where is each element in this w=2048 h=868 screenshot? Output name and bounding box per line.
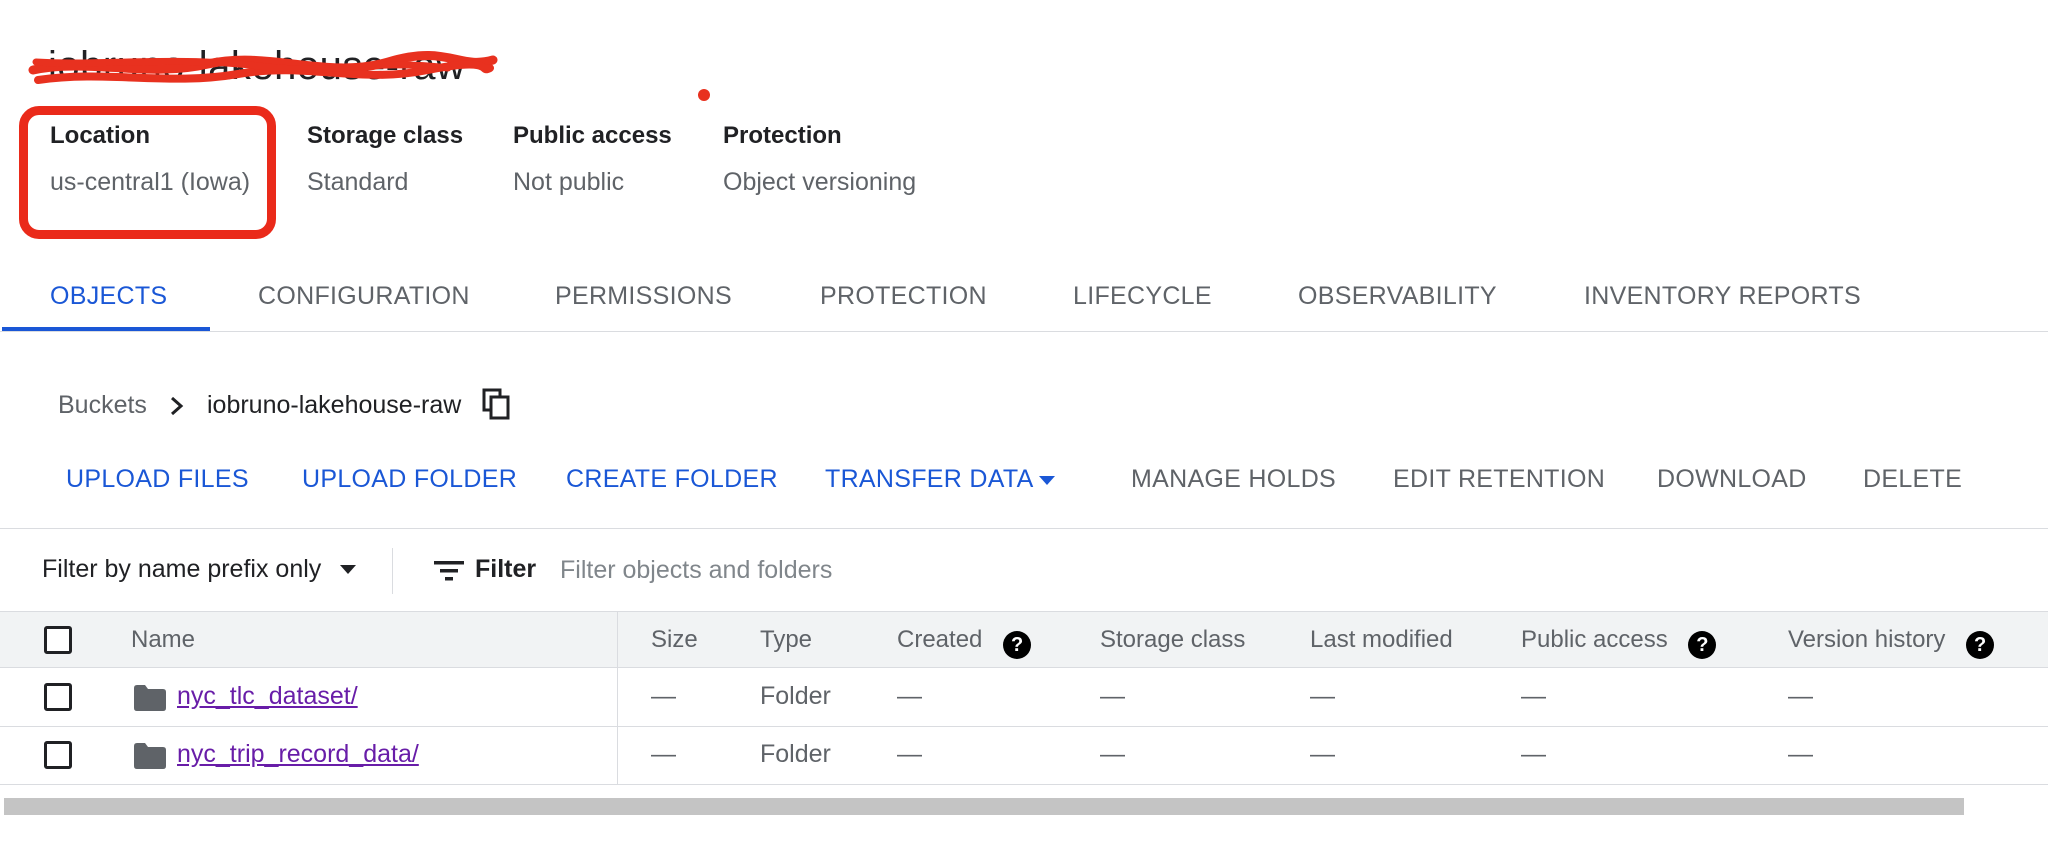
cell-size: — — [651, 682, 676, 710]
manage-holds-button[interactable]: MANAGE HOLDS — [1131, 465, 1336, 494]
cell-last-modified: — — [1310, 682, 1335, 710]
column-version-history[interactable]: Version history ? — [1788, 626, 1995, 659]
column-created[interactable]: Created ? — [897, 626, 1032, 659]
public-access-value: Not public — [513, 168, 625, 196]
transfer-data-button[interactable]: TRANSFER DATA — [825, 465, 1034, 494]
column-public-access-label: Public access — [1521, 626, 1668, 653]
cell-created: — — [897, 682, 922, 710]
column-size[interactable]: Size — [651, 626, 698, 654]
column-divider — [617, 612, 618, 784]
download-button[interactable]: DOWNLOAD — [1657, 465, 1807, 494]
copy-icon[interactable] — [482, 388, 512, 420]
delete-button[interactable]: DELETE — [1863, 465, 1962, 494]
column-last-modified[interactable]: Last modified — [1310, 626, 1453, 654]
folder-link[interactable]: nyc_trip_record_data/ — [177, 740, 419, 769]
cell-type: Folder — [760, 740, 831, 768]
cell-created: — — [897, 740, 922, 768]
breadcrumb-current-bucket: iobruno-lakehouse-raw — [207, 391, 462, 419]
cell-public-access: — — [1521, 740, 1546, 768]
help-icon[interactable]: ? — [1688, 631, 1717, 659]
protection-label: Protection — [723, 122, 842, 149]
upload-folder-button[interactable]: UPLOAD FOLDER — [302, 465, 517, 494]
column-storage-class[interactable]: Storage class — [1100, 626, 1245, 654]
folder-icon — [134, 685, 166, 711]
folder-link[interactable]: nyc_tlc_dataset/ — [177, 682, 358, 711]
column-public-access[interactable]: Public access ? — [1521, 626, 1717, 659]
breadcrumb-buckets[interactable]: Buckets — [58, 391, 147, 420]
cell-storage-class: — — [1100, 682, 1125, 710]
column-created-label: Created — [897, 626, 983, 653]
tab-configuration[interactable]: CONFIGURATION — [258, 282, 470, 311]
column-name[interactable]: Name — [131, 626, 195, 654]
tab-protection[interactable]: PROTECTION — [820, 282, 987, 311]
help-icon[interactable]: ? — [1003, 631, 1032, 659]
horizontal-scrollbar[interactable] — [4, 798, 1964, 815]
folder-icon — [134, 743, 166, 769]
cell-storage-class: — — [1100, 740, 1125, 768]
storage-class-label: Storage class — [307, 122, 464, 149]
cell-version-history: — — [1788, 740, 1813, 768]
select-all-checkbox[interactable] — [44, 626, 72, 654]
edit-retention-button[interactable]: EDIT RETENTION — [1393, 465, 1605, 494]
row-divider — [0, 784, 2048, 785]
tab-inventory-reports[interactable]: INVENTORY REPORTS — [1584, 282, 1861, 311]
upload-files-button[interactable]: UPLOAD FILES — [66, 465, 249, 494]
tab-permissions[interactable]: PERMISSIONS — [555, 282, 732, 311]
protection-value: Object versioning — [723, 168, 917, 196]
tab-objects[interactable]: OBJECTS — [50, 282, 167, 311]
filter-input[interactable] — [560, 548, 1260, 592]
tab-lifecycle[interactable]: LIFECYCLE — [1073, 282, 1212, 311]
row-checkbox[interactable] — [44, 741, 72, 769]
bucket-title: iobruno-lakehouse-raw — [48, 44, 466, 88]
chevron-right-icon — [171, 396, 184, 416]
public-access-label: Public access — [513, 122, 672, 149]
filter-label: Filter — [475, 555, 537, 583]
column-type[interactable]: Type — [760, 626, 812, 654]
cell-last-modified: — — [1310, 740, 1335, 768]
storage-class-value: Standard — [307, 168, 409, 196]
row-checkbox[interactable] — [44, 683, 72, 711]
cell-type: Folder — [760, 682, 831, 710]
cell-public-access: — — [1521, 682, 1546, 710]
location-highlight-annotation — [19, 106, 276, 239]
tab-observability[interactable]: OBSERVABILITY — [1298, 282, 1497, 311]
caret-down-icon[interactable] — [340, 565, 356, 574]
help-icon[interactable]: ? — [1966, 631, 1995, 659]
cell-version-history: — — [1788, 682, 1813, 710]
caret-down-icon[interactable] — [1039, 476, 1055, 485]
create-folder-button[interactable]: CREATE FOLDER — [566, 465, 778, 494]
filter-mode-label: Filter by name prefix only — [42, 555, 322, 583]
cell-size: — — [651, 740, 676, 768]
tabs-divider — [0, 331, 2048, 332]
column-version-history-label: Version history — [1788, 626, 1946, 653]
row-divider — [0, 726, 2048, 727]
filter-mode-select[interactable]: Filter by name prefix only — [42, 555, 321, 584]
filter-divider — [392, 548, 393, 594]
filter-icon — [434, 561, 464, 581]
toolbar-divider — [0, 528, 2048, 529]
annotation-dot — [698, 89, 710, 101]
